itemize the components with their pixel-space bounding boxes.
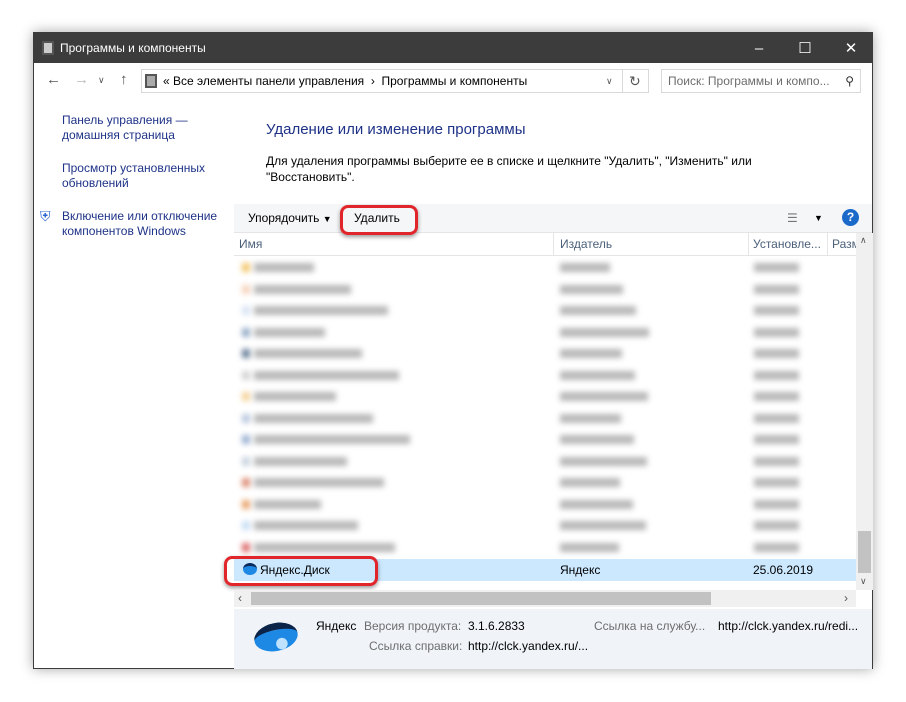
- vertical-scrollbar[interactable]: ∧ ∨: [856, 233, 873, 590]
- refresh-icon[interactable]: ↻: [629, 73, 641, 90]
- program-list[interactable]: [234, 257, 856, 590]
- breadcrumb-all-items[interactable]: Все элементы панели управления: [173, 74, 364, 88]
- title-bar: Программы и компоненты – ☐ ✕: [34, 33, 872, 63]
- column-publisher[interactable]: Издатель: [560, 237, 612, 251]
- sidebar: Панель управления — домашняя страница Пр…: [40, 113, 232, 257]
- page-description: Для удаления программы выберите ее в спи…: [266, 154, 752, 184]
- support-link[interactable]: http://clck.yandex.ru/redi...: [718, 619, 858, 633]
- table-row-obscured[interactable]: [234, 429, 856, 450]
- close-button[interactable]: ✕: [828, 33, 874, 63]
- table-row-obscured[interactable]: [234, 386, 856, 407]
- version-value: 3.1.6.2833: [468, 619, 525, 633]
- maximize-button[interactable]: ☐: [782, 33, 828, 63]
- sidebar-link-home[interactable]: Панель управления — домашняя страница: [62, 113, 202, 143]
- view-dropdown-icon[interactable]: ▼: [814, 213, 823, 223]
- highlight-uninstall: [340, 205, 418, 235]
- table-row-obscured[interactable]: [234, 537, 856, 558]
- vertical-scroll-thumb[interactable]: [858, 531, 871, 573]
- table-row-obscured[interactable]: [234, 365, 856, 386]
- search-icon: ⚲: [845, 74, 854, 88]
- table-row-obscured[interactable]: [234, 322, 856, 343]
- table-header: Имя Издатель Установле... Разм: [234, 233, 860, 256]
- yandex-disk-large-icon: [251, 618, 301, 656]
- programs-window: Программы и компоненты – ☐ ✕ ← → ∨ ↑ « В…: [33, 32, 873, 669]
- programs-icon: [42, 41, 54, 55]
- forward-icon[interactable]: →: [74, 71, 89, 88]
- table-row-obscured[interactable]: [234, 343, 856, 364]
- table-row-obscured[interactable]: [234, 451, 856, 472]
- up-icon[interactable]: ↑: [120, 71, 128, 88]
- details-pane: Яндекс Версия продукта: 3.1.6.2833 Ссылк…: [234, 609, 872, 669]
- version-label: Версия продукта:: [364, 619, 462, 633]
- search-placeholder: Поиск: Программы и компо...: [668, 74, 830, 88]
- sidebar-link-updates[interactable]: Просмотр установленных обновлений: [62, 161, 212, 191]
- program-installed-date: 25.06.2019: [753, 563, 814, 577]
- programs-icon: [145, 74, 157, 88]
- breadcrumb-programs[interactable]: Программы и компоненты: [382, 74, 528, 88]
- back-icon[interactable]: ←: [46, 71, 61, 88]
- navigation-bar: ← → ∨ ↑ « Все элементы панели управления…: [34, 67, 872, 95]
- support-link-label: Ссылка на службу...: [594, 619, 706, 633]
- help-link[interactable]: http://clck.yandex.ru/...: [468, 639, 588, 653]
- details-publisher: Яндекс: [316, 619, 357, 633]
- minimize-button[interactable]: –: [736, 33, 782, 63]
- search-input[interactable]: Поиск: Программы и компо... ⚲: [661, 69, 861, 93]
- help-link-label: Ссылка справки:: [369, 639, 463, 653]
- table-row-obscured[interactable]: [234, 515, 856, 536]
- table-row-obscured[interactable]: [234, 257, 856, 278]
- organize-button[interactable]: Упорядочить ▼: [248, 211, 332, 225]
- toolbar: Упорядочить ▼ Удалить ☰ ▼ ?: [234, 204, 872, 235]
- table-row-obscured[interactable]: [234, 472, 856, 493]
- horizontal-scrollbar[interactable]: ‹ ›: [234, 590, 856, 607]
- help-button[interactable]: ?: [842, 209, 859, 226]
- page-title: Удаление или изменение программы: [266, 121, 526, 138]
- table-row-obscured[interactable]: [234, 408, 856, 429]
- highlight-yandex-disk: [224, 556, 378, 586]
- table-row-obscured[interactable]: [234, 494, 856, 515]
- address-bar[interactable]: « Все элементы панели управления › Прогр…: [141, 69, 649, 93]
- breadcrumb-separator: ›: [370, 74, 375, 88]
- window-title: Программы и компоненты: [60, 41, 206, 55]
- breadcrumb-overflow[interactable]: «: [163, 74, 170, 88]
- sidebar-link-windows-features[interactable]: ⛨ Включение или отключение компонентов W…: [40, 209, 222, 239]
- address-dropdown-icon[interactable]: ∨: [606, 76, 613, 87]
- recent-chevron-icon[interactable]: ∨: [98, 75, 105, 86]
- column-name[interactable]: Имя: [239, 237, 262, 251]
- shield-icon: ⛨: [40, 208, 51, 224]
- horizontal-scroll-thumb[interactable]: [251, 592, 711, 605]
- sidebar-link-label: Включение или отключение компонентов Win…: [62, 209, 218, 238]
- view-options-icon[interactable]: ☰: [787, 211, 798, 225]
- column-installed[interactable]: Установле...: [753, 237, 821, 251]
- program-publisher: Яндекс: [560, 563, 601, 577]
- table-row-obscured[interactable]: [234, 279, 856, 300]
- table-row-obscured[interactable]: [234, 300, 856, 321]
